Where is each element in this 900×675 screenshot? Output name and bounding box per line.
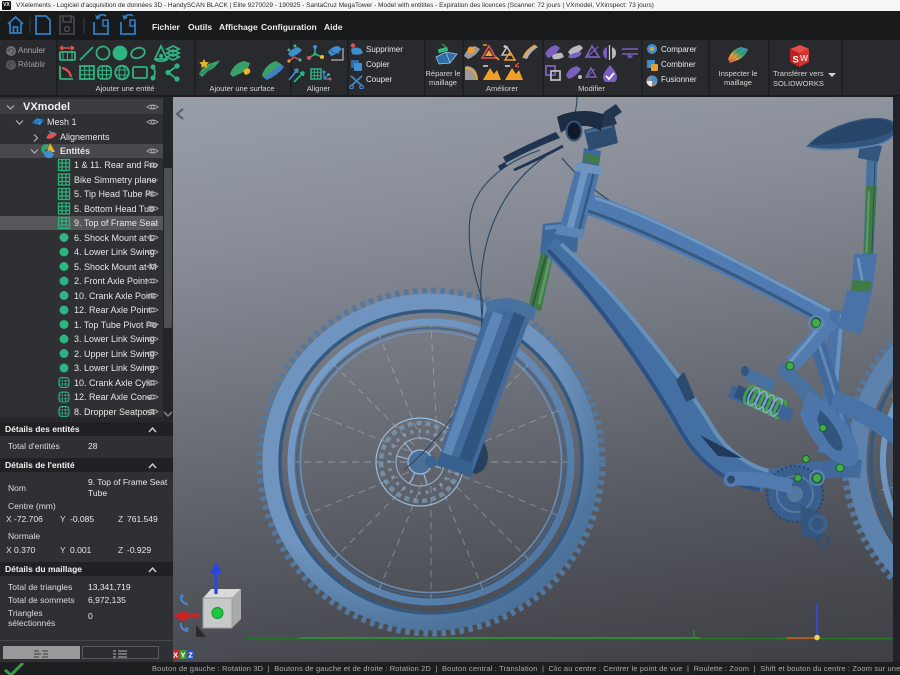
svg-text:S: S: [793, 55, 799, 66]
svg-text:Z: Z: [188, 651, 193, 660]
svg-text:W: W: [800, 53, 809, 63]
svg-text:Y: Y: [180, 651, 185, 660]
svg-text:X: X: [173, 651, 178, 660]
